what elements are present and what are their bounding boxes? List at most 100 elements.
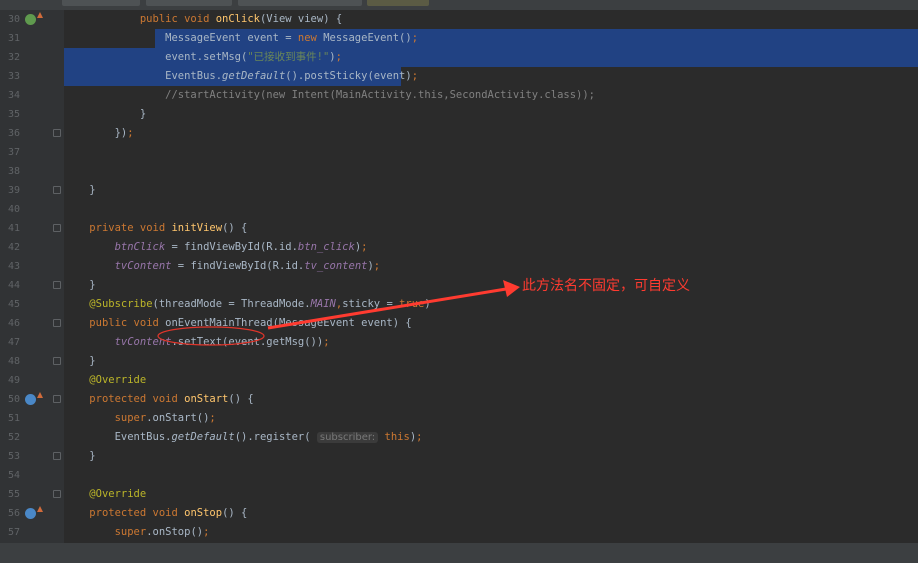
code-line[interactable]: 38 bbox=[0, 162, 918, 181]
code-text: @Override bbox=[64, 371, 918, 390]
code-token: ().postSticky(event) bbox=[285, 70, 412, 82]
code-line[interactable]: 33 EventBus.getDefault().postSticky(even… bbox=[0, 67, 918, 86]
code-line[interactable]: 35 } bbox=[0, 105, 918, 124]
fold-marker-icon[interactable] bbox=[53, 224, 61, 232]
code-token: ; bbox=[361, 241, 368, 253]
code-token: EventBus. bbox=[64, 431, 172, 443]
editor-tab[interactable] bbox=[238, 0, 362, 6]
fold-marker-icon[interactable] bbox=[53, 452, 61, 460]
code-line[interactable]: 48 } bbox=[0, 352, 918, 371]
code-line[interactable]: 54 bbox=[0, 466, 918, 485]
code-token: @Override bbox=[89, 374, 147, 386]
code-token: MAIN bbox=[310, 298, 336, 310]
code-token: } bbox=[64, 450, 96, 462]
code-line[interactable]: 31 MessageEvent event = new MessageEvent… bbox=[0, 29, 918, 48]
code-line[interactable]: 36 }); bbox=[0, 124, 918, 143]
code-line[interactable]: 44 } bbox=[0, 276, 918, 295]
code-token: btn_click bbox=[297, 241, 355, 253]
code-line[interactable]: 40 bbox=[0, 200, 918, 219]
code-line[interactable]: 43 tvContent = findViewById(R.id.tv_cont… bbox=[0, 257, 918, 276]
navigate-up-arrow-icon[interactable] bbox=[37, 12, 43, 18]
code-line[interactable]: 55 @Override bbox=[0, 485, 918, 504]
code-line[interactable]: 50 protected void onStart() { bbox=[0, 390, 918, 409]
code-line[interactable]: 46 public void onEventMainThread(Message… bbox=[0, 314, 918, 333]
code-text: }); bbox=[64, 124, 918, 143]
code-line[interactable]: 34 //startActivity(new Intent(MainActivi… bbox=[0, 86, 918, 105]
editor-tab[interactable] bbox=[62, 0, 140, 6]
code-token: initView bbox=[171, 222, 223, 234]
code-line[interactable]: 32 event.setMsg("已接收到事件!"); bbox=[0, 48, 918, 67]
code-token: getDefault bbox=[222, 70, 286, 82]
overrides-icon[interactable] bbox=[25, 508, 36, 519]
code-line[interactable]: 57 super.onStop(); bbox=[0, 523, 918, 542]
code-token: ; bbox=[411, 32, 419, 44]
line-number: 32 bbox=[7, 52, 20, 63]
code-token: () { bbox=[222, 507, 248, 519]
code-line[interactable]: 49 @Override bbox=[0, 371, 918, 390]
code-token: onClick bbox=[215, 13, 260, 25]
code-token: }) bbox=[64, 127, 128, 139]
line-number: 38 bbox=[7, 166, 20, 177]
overrides-icon[interactable] bbox=[25, 394, 36, 405]
implements-icon[interactable] bbox=[25, 14, 36, 25]
code-token: ; bbox=[323, 336, 330, 348]
code-token: sticky = bbox=[342, 298, 400, 310]
line-number: 33 bbox=[7, 71, 20, 82]
fold-marker-icon[interactable] bbox=[53, 129, 61, 137]
code-text: event.setMsg("已接收到事件!"); bbox=[64, 48, 918, 67]
line-number: 43 bbox=[7, 261, 20, 272]
line-number: 42 bbox=[7, 242, 20, 253]
code-line[interactable]: 45 @Subscribe(threadMode = ThreadMode.MA… bbox=[0, 295, 918, 314]
code-token: @Subscribe bbox=[89, 298, 153, 310]
fold-marker-icon[interactable] bbox=[53, 490, 61, 498]
code-token: = findViewById(R.id. bbox=[165, 241, 298, 253]
code-editor[interactable]: 30 public void onClick(View view) {31 Me… bbox=[0, 10, 918, 543]
line-number: 30 bbox=[7, 14, 20, 25]
code-token: } bbox=[64, 355, 96, 367]
navigate-up-arrow-icon[interactable] bbox=[37, 506, 43, 512]
line-number: 31 bbox=[7, 33, 20, 44]
line-number: 47 bbox=[7, 337, 20, 348]
code-token: (threadMode = ThreadMode. bbox=[152, 298, 311, 310]
fold-marker-icon[interactable] bbox=[53, 186, 61, 194]
horizontal-scrollbar[interactable] bbox=[0, 543, 918, 563]
editor-tab[interactable] bbox=[146, 0, 232, 6]
code-token: = findViewById(R.id. bbox=[171, 260, 305, 272]
line-number: 57 bbox=[7, 527, 20, 538]
line-number: 34 bbox=[7, 90, 20, 101]
code-token: event.setMsg( bbox=[64, 51, 248, 63]
editor-tab-active[interactable] bbox=[367, 0, 429, 6]
line-number: 44 bbox=[7, 280, 20, 291]
code-text: super.onStart(); bbox=[64, 409, 918, 428]
code-token: protected void bbox=[89, 507, 185, 519]
code-line[interactable]: 37 bbox=[0, 143, 918, 162]
code-line[interactable]: 53 } bbox=[0, 447, 918, 466]
code-token: .onStart() bbox=[146, 412, 210, 424]
code-line[interactable]: 30 public void onClick(View view) { bbox=[0, 10, 918, 29]
code-line[interactable]: 41 private void initView() { bbox=[0, 219, 918, 238]
code-text: protected void onStop() { bbox=[64, 504, 918, 523]
code-line[interactable]: 39 } bbox=[0, 181, 918, 200]
navigate-up-arrow-icon[interactable] bbox=[37, 392, 43, 398]
fold-marker-icon[interactable] bbox=[53, 357, 61, 365]
code-token: ; bbox=[335, 51, 342, 63]
code-token: ) bbox=[424, 298, 431, 310]
code-line[interactable]: 51 super.onStart(); bbox=[0, 409, 918, 428]
fold-marker-icon[interactable] bbox=[53, 319, 61, 327]
fold-marker-icon[interactable] bbox=[53, 395, 61, 403]
code-lines: 30 public void onClick(View view) {31 Me… bbox=[0, 10, 918, 542]
code-line[interactable]: 42 btnClick = findViewById(R.id.btn_clic… bbox=[0, 238, 918, 257]
code-token: protected void bbox=[89, 393, 185, 405]
code-line[interactable]: 56 protected void onStop() { bbox=[0, 504, 918, 523]
code-token: this bbox=[384, 431, 410, 443]
fold-marker-icon[interactable] bbox=[53, 281, 61, 289]
code-line[interactable]: 52 EventBus.getDefault().register( subsc… bbox=[0, 428, 918, 447]
code-token: new bbox=[297, 32, 324, 44]
code-line[interactable]: 47 tvContent.setText(event.getMsg()); bbox=[0, 333, 918, 352]
code-text: EventBus.getDefault().postSticky(event); bbox=[64, 67, 918, 86]
